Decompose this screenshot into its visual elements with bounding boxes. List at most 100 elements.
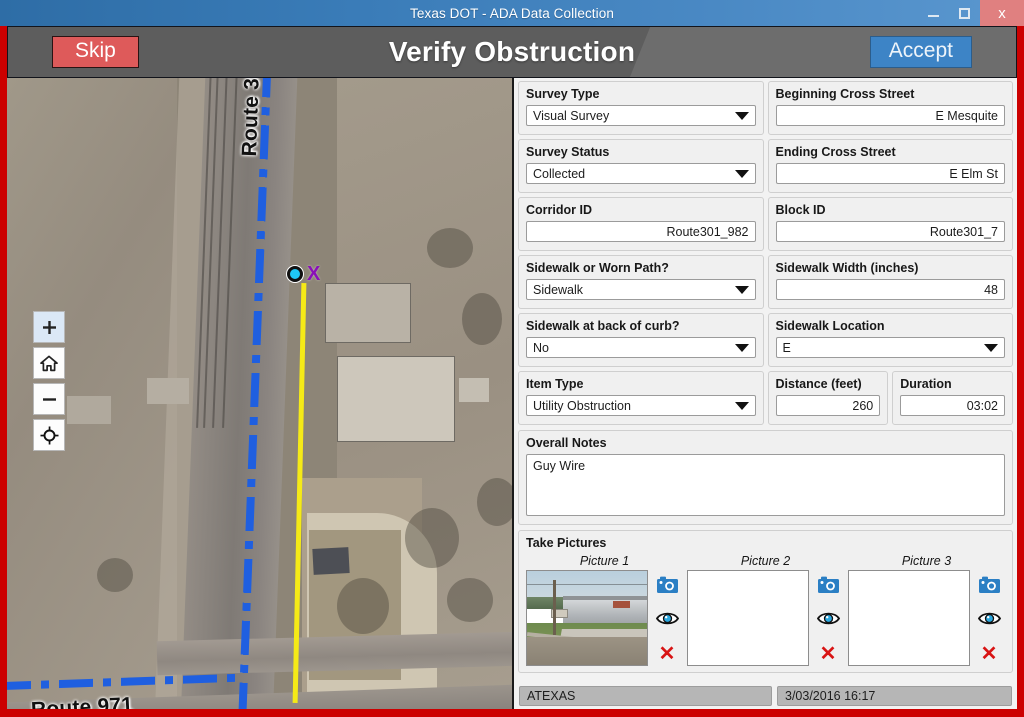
field-value: Collected [533,166,586,181]
chevron-down-icon [734,343,749,352]
field-label: Item Type [526,377,584,391]
sidewalk-or-worn-path-dropdown[interactable]: Sidewalk [526,279,756,300]
picture-cell-2: Picture 2 ✕ [687,554,844,666]
delete-x-icon[interactable]: ✕ [981,644,998,664]
map-obstruction-marker[interactable]: X [307,264,320,284]
field-label: Beginning Cross Street [775,87,915,101]
camera-icon[interactable] [656,576,678,593]
close-button[interactable]: x [980,0,1024,26]
map-tree [462,293,502,345]
picture-title: Picture 1 [579,554,630,568]
field-label: Distance (feet) [775,377,862,391]
map-tree [405,508,459,568]
beginning-cross-street-input[interactable]: E Mesquite [775,105,1005,126]
take-pictures-label: Take Pictures [526,536,607,550]
map-controls [33,311,65,451]
field-label: Duration [900,377,952,391]
map-building [67,396,111,424]
field-value: 260 [852,398,874,413]
minimize-icon [928,15,939,17]
map-tree [447,578,493,622]
zoom-out-icon[interactable] [33,383,65,415]
command-bar: Skip Verify Obstruction Accept [7,26,1017,78]
field-value: Route301_7 [929,224,998,239]
map-tree [97,558,133,592]
photo-sign [613,601,631,608]
map-building [459,378,489,402]
chevron-down-icon [734,169,749,178]
field-value: Sidewalk [533,282,584,297]
field-label: Block ID [775,203,826,217]
survey-type-dropdown[interactable]: Visual Survey [526,105,756,126]
home-icon[interactable] [33,347,65,379]
duration-input[interactable]: 03:02 [900,395,1005,416]
photo-utility-pole [553,580,557,635]
corridor-id-input[interactable]: Route301_982 [526,221,756,242]
field-value: E Mesquite [935,108,998,123]
window-title: Texas DOT - ADA Data Collection [410,5,614,21]
field-ending-cross-street: Ending Cross Street E Elm St [767,139,1013,193]
field-value: E [782,340,791,355]
window-controls: x [918,0,1024,26]
maximize-button[interactable] [949,0,980,26]
picture-thumbnail-1[interactable] [526,570,648,666]
field-survey-type: Survey Type Visual Survey [518,81,764,135]
field-label: Sidewalk Location [775,319,885,333]
ending-cross-street-input[interactable]: E Elm St [775,163,1005,184]
block-id-input[interactable]: Route301_7 [775,221,1005,242]
skip-button[interactable]: Skip [52,35,139,69]
field-distance: Distance (feet) 260 [767,371,889,425]
field-value: Visual Survey [533,108,610,123]
field-value: Utility Obstruction [533,398,631,413]
window-title-bar: Texas DOT - ADA Data Collection x [0,0,1024,26]
content-area: Route 301 Route 971 X Survey Type Visual… [7,78,1017,709]
field-value: No [533,340,549,355]
picture-title: Picture 2 [740,554,791,568]
field-duration: Duration 03:02 [892,371,1013,425]
minimize-button[interactable] [918,0,949,26]
view-eye-icon[interactable] [655,611,679,626]
map-view[interactable]: Route 301 Route 971 X [7,78,514,709]
page-title: Verify Obstruction [388,36,636,67]
field-label: Sidewalk or Worn Path? [526,261,669,275]
camera-icon[interactable] [817,576,839,593]
field-sidewalk-at-back-of-curb: Sidewalk at back of curb? No [518,313,764,367]
chevron-down-icon [734,111,749,120]
map-building [325,283,411,343]
sidewalk-location-dropdown[interactable]: E [775,337,1005,358]
overall-notes-textarea[interactable]: Guy Wire [526,454,1005,516]
map-building [312,547,350,575]
delete-x-icon[interactable]: ✕ [820,644,837,664]
locate-icon[interactable] [33,419,65,451]
field-value: E Elm St [949,166,998,181]
field-survey-status: Survey Status Collected [518,139,764,193]
form-left-column: Survey Type Visual Survey Survey Status … [518,81,764,425]
field-beginning-cross-street: Beginning Cross Street E Mesquite [767,81,1013,135]
zoom-in-icon[interactable] [33,311,65,343]
survey-status-dropdown[interactable]: Collected [526,163,756,184]
overall-notes-group: Overall Notes Guy Wire [518,430,1013,525]
sidewalk-width-input[interactable]: 48 [775,279,1005,300]
item-type-dropdown[interactable]: Utility Obstruction [526,395,756,416]
accept-button[interactable]: Accept [869,35,972,69]
delete-x-icon[interactable]: ✕ [659,644,676,664]
picture-body: ✕ [526,570,683,666]
close-icon: x [998,4,1006,22]
status-bar: ATEXAS 3/03/2016 16:17 [518,684,1013,709]
view-eye-icon[interactable] [816,611,840,626]
field-label: Sidewalk Width (inches) [775,261,919,275]
view-eye-icon[interactable] [977,611,1001,626]
picture-thumbnail-2[interactable] [687,570,809,666]
picture-title: Picture 3 [901,554,952,568]
field-sidewalk-width: Sidewalk Width (inches) 48 [767,255,1013,309]
sidewalk-at-back-of-curb-dropdown[interactable]: No [526,337,756,358]
camera-icon[interactable] [978,576,1000,593]
map-location-marker[interactable] [287,266,303,282]
picture-thumbnail-3[interactable] [848,570,970,666]
distance-input[interactable]: 260 [775,395,881,416]
attribute-form-panel: Survey Type Visual Survey Survey Status … [514,78,1017,709]
fields-grid: Survey Type Visual Survey Survey Status … [518,81,1013,425]
map-tree [337,578,389,634]
form-right-column: Beginning Cross Street E Mesquite Ending… [767,81,1013,425]
application-window: Texas DOT - ADA Data Collection x Skip V… [0,0,1024,717]
